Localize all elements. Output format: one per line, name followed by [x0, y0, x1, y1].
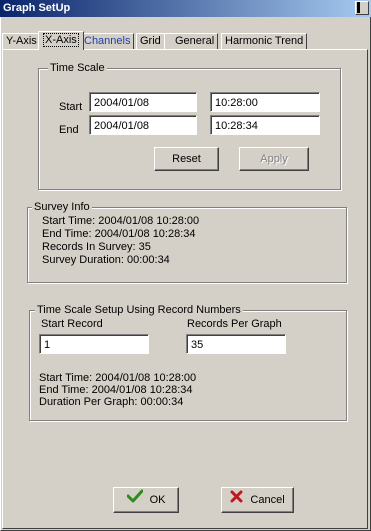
- tab-general[interactable]: General: [164, 33, 219, 49]
- tab-label: Harmonic Trend: [225, 35, 304, 47]
- record-duration: Duration Per Graph: 00:00:34: [39, 396, 184, 408]
- tab-label: General: [175, 35, 215, 47]
- close-icon: [230, 488, 243, 512]
- start-label: Start: [59, 101, 83, 113]
- window-title: Graph SetUp: [3, 2, 71, 14]
- tab-x-axis[interactable]: X-Axis: [38, 31, 84, 50]
- time-scale-legend: Time Scale: [48, 62, 107, 74]
- apply-button-label: Apply: [260, 153, 288, 165]
- start-time-input[interactable]: [210, 92, 320, 112]
- survey-records: Records In Survey: 35: [42, 241, 151, 253]
- cancel-button[interactable]: Cancel: [221, 487, 294, 513]
- tab-label: X-Axis: [43, 33, 79, 47]
- ok-button-label: OK: [149, 494, 166, 507]
- cancel-button-label: Cancel: [250, 494, 285, 507]
- survey-start-time: Start Time: 2004/01/08 10:28:00: [42, 215, 200, 227]
- survey-info-legend: Survey Info: [32, 201, 92, 213]
- ok-button[interactable]: OK: [113, 487, 179, 513]
- survey-duration: Survey Duration: 00:00:34: [42, 254, 170, 266]
- window-control-button[interactable]: [355, 1, 369, 15]
- records-per-graph-input[interactable]: [186, 334, 286, 354]
- tab-label: Grid: [140, 35, 161, 47]
- start-record-input[interactable]: [39, 334, 149, 354]
- start-date-input[interactable]: [89, 92, 197, 112]
- tab-label: Channels: [84, 35, 131, 47]
- start-record-label: Start Record: [41, 318, 103, 330]
- record-setup-legend: Time Scale Setup Using Record Numbers: [35, 304, 243, 316]
- tab-harmonic-trend[interactable]: Harmonic Trend: [221, 33, 308, 49]
- x-axis-panel: Time Scale Start End Reset Apply Survey …: [2, 49, 368, 529]
- title-bar[interactable]: Graph SetUp: [0, 0, 371, 17]
- tab-channels[interactable]: Channels: [80, 33, 135, 49]
- tab-y-axis[interactable]: Y-Axis: [2, 33, 41, 49]
- end-time-input[interactable]: [210, 115, 320, 135]
- tab-grid[interactable]: Grid: [136, 33, 165, 49]
- tab-label: Y-Axis: [6, 35, 37, 47]
- reset-button[interactable]: Reset: [154, 147, 219, 171]
- reset-button-label: Reset: [172, 153, 201, 165]
- records-per-graph-label: Records Per Graph: [187, 318, 282, 330]
- checkmark-icon: [126, 488, 144, 512]
- survey-end-time: End Time: 2004/01/08 10:28:34: [42, 228, 196, 240]
- window-control-icon: [357, 2, 360, 13]
- apply-button[interactable]: Apply: [239, 147, 309, 171]
- end-label: End: [59, 124, 79, 136]
- end-date-input[interactable]: [89, 115, 197, 135]
